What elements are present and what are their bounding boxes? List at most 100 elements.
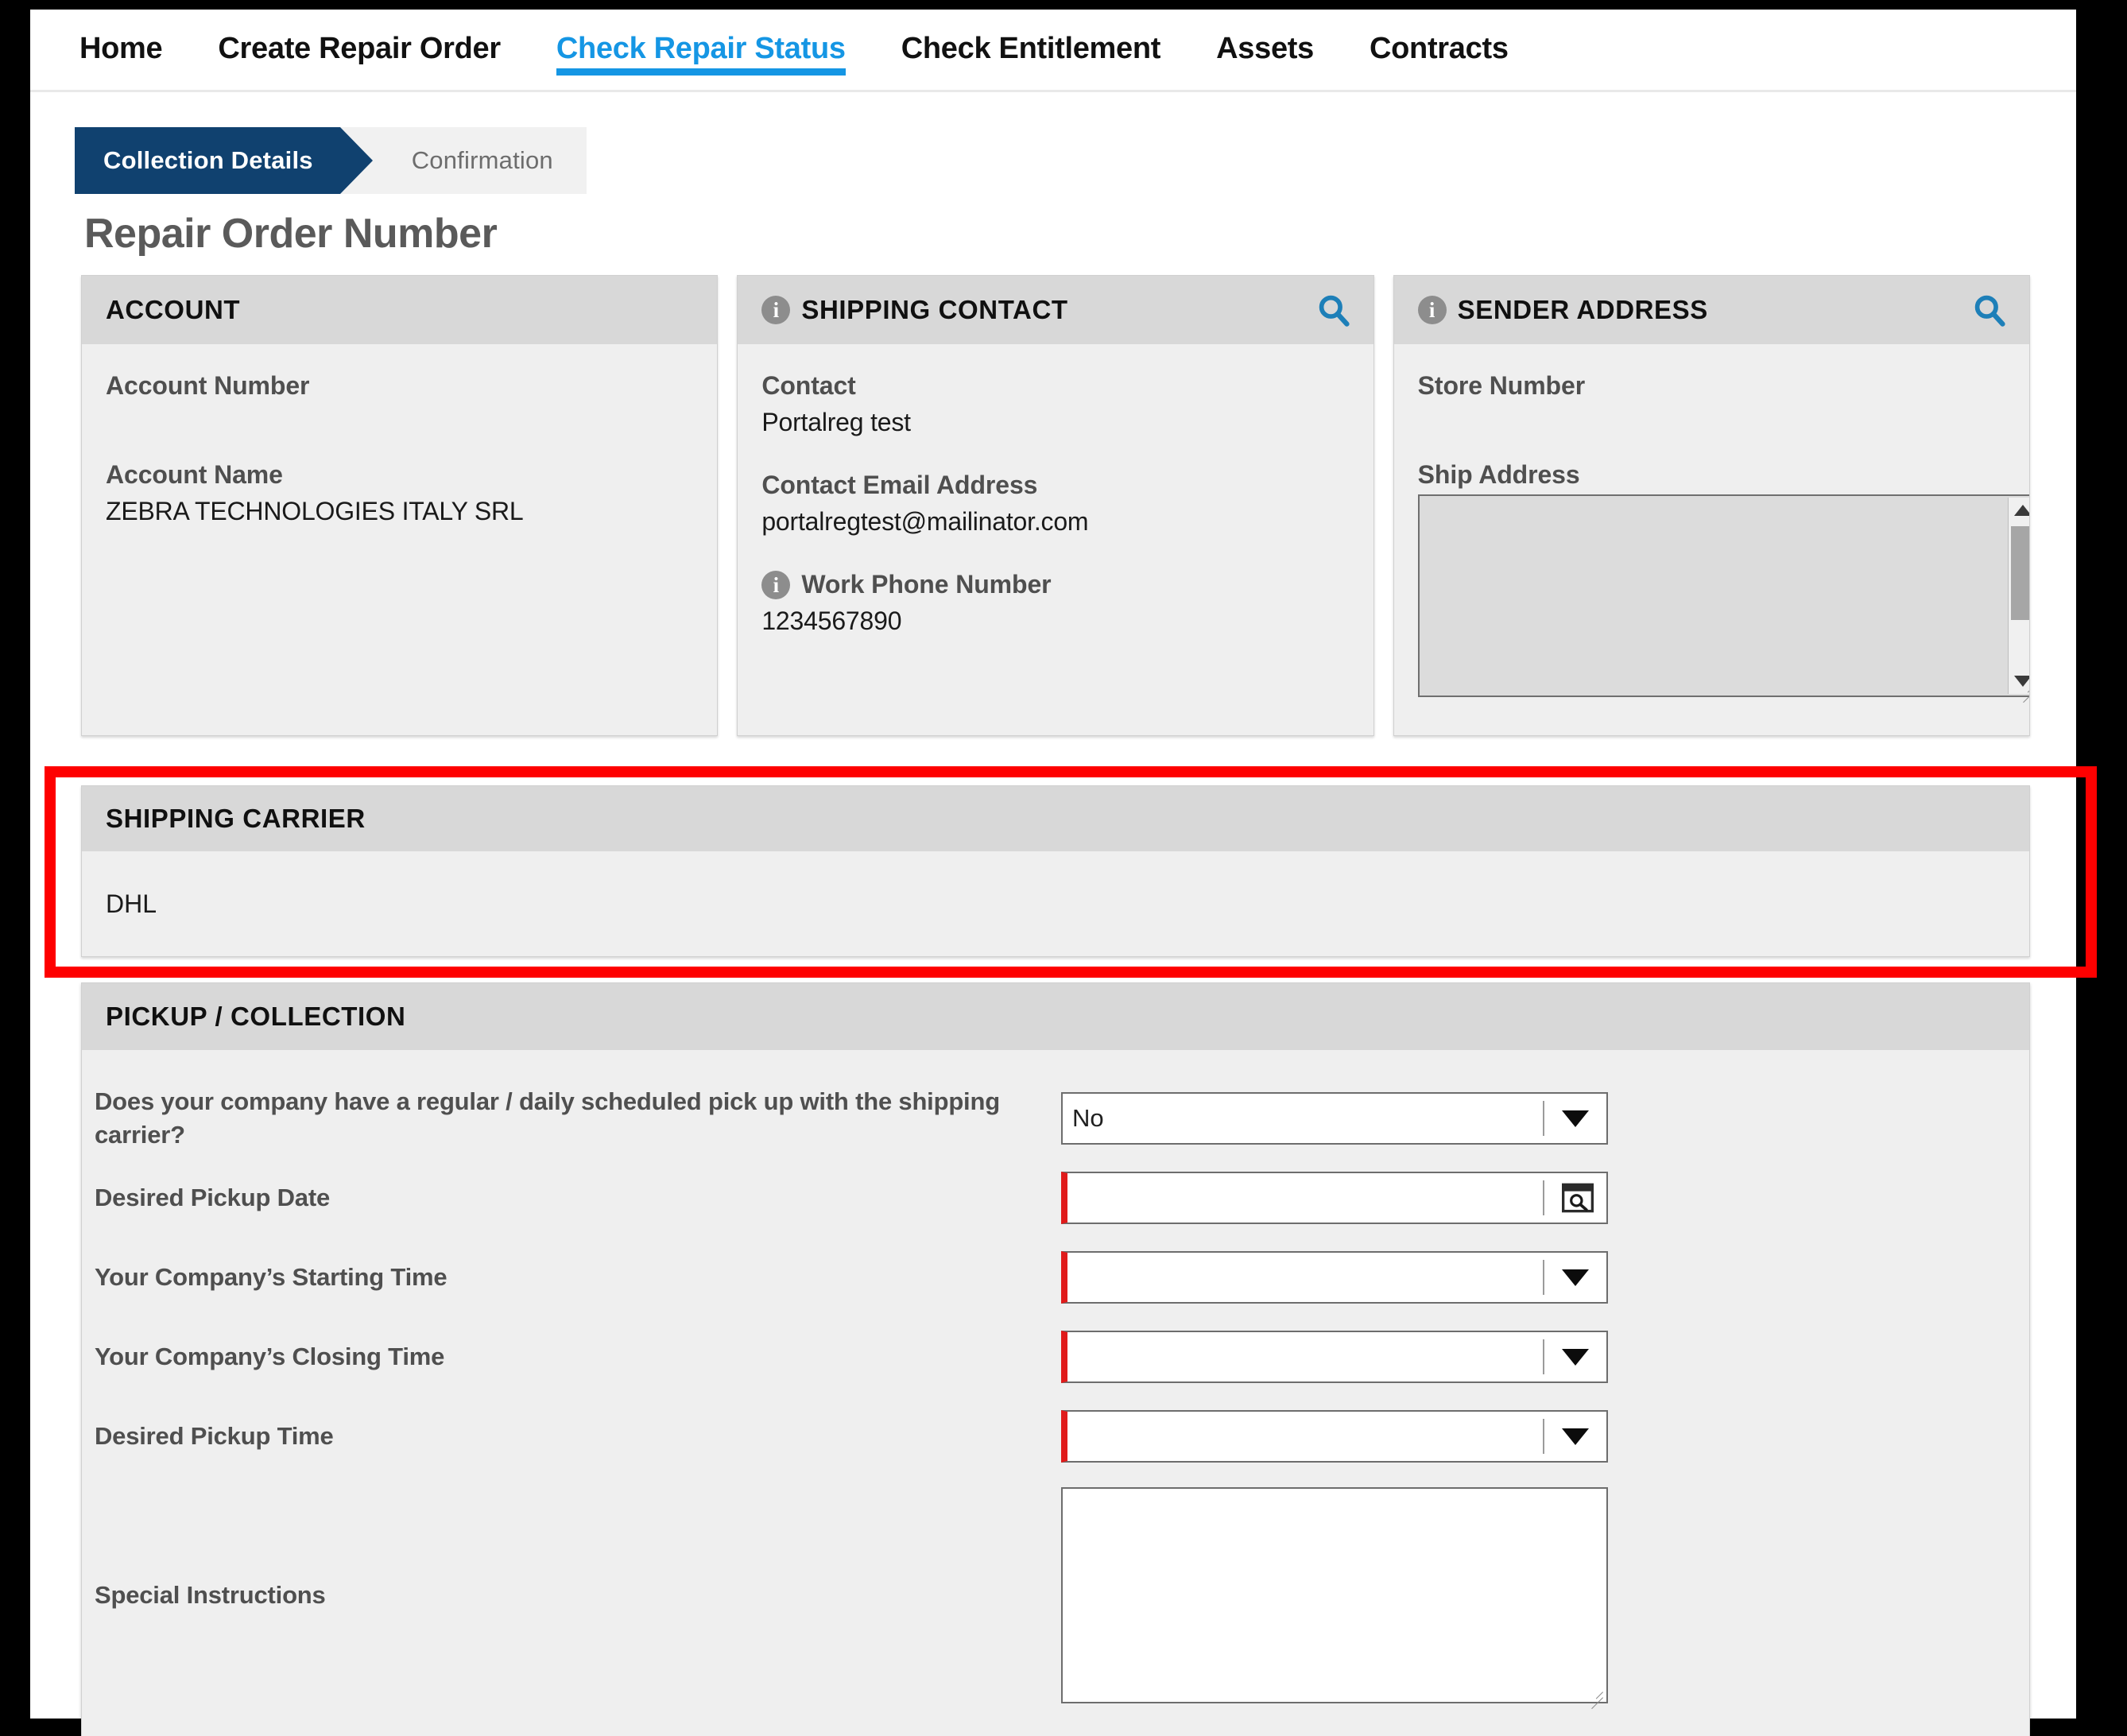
select-divider: [1543, 1180, 1544, 1215]
scheduled-pickup-value: No: [1072, 1104, 1104, 1132]
desired-pickup-time-control: [1061, 1410, 1608, 1463]
desired-pickup-date-label: Desired Pickup Date: [95, 1184, 330, 1212]
scheduled-pickup-select[interactable]: No: [1061, 1092, 1608, 1145]
step-confirmation-label: Confirmation: [411, 146, 553, 174]
special-instructions-row: Special Instructions: [82, 1476, 2029, 1715]
step-collection-details-label: Collection Details: [103, 146, 313, 174]
pickup-collection-card: PICKUP / COLLECTION Does your company ha…: [81, 982, 2030, 1736]
shipping-carrier-body: DHL: [82, 851, 2029, 956]
store-number-label: Store Number: [1417, 371, 1586, 400]
date-lookup-icon[interactable]: [1562, 1183, 1594, 1213]
step-wizard: Collection Details Confirmation: [75, 127, 587, 194]
account-number-label: Account Number: [106, 371, 310, 400]
contact-email-label: Contact Email Address: [761, 471, 1038, 499]
sender-address-card-title: SENDER ADDRESS: [1457, 295, 1708, 324]
shipping-contact-card-header: i SHIPPING CONTACT: [738, 276, 1373, 344]
shipping-carrier-value: DHL: [106, 889, 157, 918]
shipping-contact-card-body: Contact Portalreg test Contact Email Add…: [738, 344, 1373, 636]
pickup-collection-header: PICKUP / COLLECTION: [82, 983, 2029, 1050]
work-phone-value: 1234567890: [761, 606, 902, 635]
desired-pickup-time-row: Desired Pickup Time: [82, 1397, 2029, 1476]
resize-handle-icon[interactable]: [2018, 676, 2029, 694]
info-icon: i: [1417, 296, 1447, 324]
top-navigation-bar: Home Create Repair Order Check Repair St…: [30, 10, 2076, 92]
account-name-value: ZEBRA TECHNOLOGIES ITALY SRL: [106, 497, 524, 525]
closing-time-select[interactable]: [1061, 1331, 1608, 1383]
starting-time-control: [1061, 1251, 1608, 1304]
scheduled-pickup-control: No: [1061, 1092, 1608, 1145]
step-confirmation[interactable]: Confirmation: [339, 127, 587, 194]
resize-handle-icon[interactable]: [1587, 1683, 1604, 1700]
shipping-carrier-header: SHIPPING CARRIER: [82, 786, 2029, 851]
scroll-up-icon[interactable]: [2009, 498, 2029, 523]
pickup-collection-body: Does your company have a regular / daily…: [82, 1050, 2029, 1715]
desired-pickup-time-select[interactable]: [1061, 1410, 1608, 1463]
starting-time-select[interactable]: [1061, 1251, 1608, 1304]
desired-pickup-time-label: Desired Pickup Time: [95, 1422, 334, 1451]
shipping-carrier-card: SHIPPING CARRIER DHL: [81, 785, 2030, 957]
special-instructions-control: [1061, 1487, 1608, 1703]
special-instructions-label: Special Instructions: [95, 1581, 326, 1610]
sender-address-card-body: Store Number Ship Address: [1394, 344, 2029, 697]
pickup-collection-title: PICKUP / COLLECTION: [106, 1002, 406, 1031]
application-page: Home Create Repair Order Check Repair St…: [30, 10, 2097, 1736]
account-card-body: Account Number Account Name ZEBRA TECHNO…: [82, 344, 717, 526]
contact-value: Portalreg test: [761, 408, 911, 436]
shipping-contact-card-title: SHIPPING CONTACT: [801, 295, 1068, 324]
search-icon[interactable]: [1316, 293, 1351, 327]
select-divider: [1543, 1260, 1544, 1295]
shipping-carrier-title: SHIPPING CARRIER: [106, 804, 366, 833]
search-icon[interactable]: [1972, 293, 2007, 327]
special-instructions-textarea[interactable]: [1061, 1487, 1608, 1703]
info-icon: i: [761, 296, 791, 324]
chevron-down-icon[interactable]: [1562, 1110, 1589, 1127]
scheduled-pickup-label: Does your company have a regular / daily…: [95, 1087, 1000, 1149]
page-title: Repair Order Number: [84, 211, 498, 257]
account-card-title: ACCOUNT: [106, 295, 241, 324]
chevron-down-icon[interactable]: [1562, 1269, 1589, 1286]
step-collection-details[interactable]: Collection Details: [75, 127, 373, 194]
nav-item-create-repair-order[interactable]: Create Repair Order: [218, 10, 501, 66]
screenshot-frame: Home Create Repair Order Check Repair St…: [0, 0, 2127, 1736]
starting-time-label: Your Company’s Starting Time: [95, 1263, 447, 1292]
desired-pickup-date-row: Desired Pickup Date: [82, 1158, 2029, 1238]
scrollbar-thumb[interactable]: [2010, 526, 2029, 620]
account-name-label: Account Name: [106, 460, 283, 489]
work-phone-label: Work Phone Number: [801, 570, 1052, 599]
nav-item-check-repair-status[interactable]: Check Repair Status: [556, 10, 846, 76]
shipping-contact-card: i SHIPPING CONTACT Contact Portalreg tes…: [737, 275, 1374, 736]
nav-item-check-entitlement[interactable]: Check Entitlement: [901, 10, 1161, 66]
account-card: ACCOUNT Account Number Account Name ZEBR…: [81, 275, 719, 736]
sender-address-card-header: i SENDER ADDRESS: [1393, 276, 2029, 344]
select-divider: [1543, 1101, 1544, 1136]
sender-address-card: i SENDER ADDRESS Store Number Ship Addre…: [1393, 275, 2030, 736]
desired-pickup-date-input[interactable]: [1061, 1172, 1608, 1224]
desired-pickup-date-control: [1061, 1172, 1608, 1224]
select-divider: [1543, 1419, 1544, 1454]
closing-time-row: Your Company’s Closing Time: [82, 1317, 2029, 1397]
ship-address-label: Ship Address: [1417, 460, 1580, 489]
ship-address-textarea[interactable]: [1417, 494, 2029, 697]
summary-cards-row: ACCOUNT Account Number Account Name ZEBR…: [81, 275, 2030, 736]
closing-time-label: Your Company’s Closing Time: [95, 1343, 445, 1371]
scheduled-pickup-row: Does your company have a regular / daily…: [82, 1079, 2029, 1158]
info-icon: i: [761, 570, 791, 599]
nav-item-home[interactable]: Home: [79, 10, 163, 66]
select-divider: [1543, 1339, 1544, 1374]
ship-address-wrapper: [1417, 494, 2029, 697]
top-navigation-items: Home Create Repair Order Check Repair St…: [79, 10, 1564, 92]
starting-time-row: Your Company’s Starting Time: [82, 1238, 2029, 1317]
contact-email-value: portalregtest@mailinator.com: [761, 507, 1089, 536]
closing-time-control: [1061, 1331, 1608, 1383]
ship-address-scrollbar[interactable]: [2007, 498, 2029, 694]
chevron-down-icon[interactable]: [1562, 1428, 1589, 1445]
chevron-down-icon[interactable]: [1562, 1348, 1589, 1366]
nav-item-assets[interactable]: Assets: [1216, 10, 1314, 66]
nav-item-contracts[interactable]: Contracts: [1370, 10, 1509, 66]
contact-label: Contact: [761, 371, 856, 400]
account-card-header: ACCOUNT: [82, 276, 718, 344]
